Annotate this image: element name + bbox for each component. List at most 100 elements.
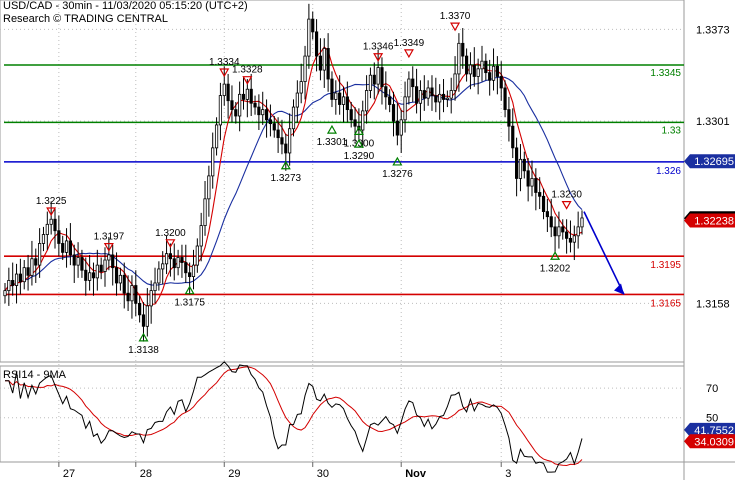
candle-body	[26, 267, 30, 276]
candle-body	[507, 109, 511, 127]
candle-body	[338, 92, 342, 105]
level-label: 1.33	[662, 125, 682, 136]
candle-body	[364, 90, 369, 112]
swing-high-label: 1.3328	[232, 65, 263, 76]
x-tick-label: 27	[63, 468, 75, 480]
candle-body	[218, 95, 223, 126]
candle-body	[191, 264, 196, 277]
candle-body	[41, 234, 46, 244]
candle-body	[68, 240, 72, 256]
swing-low-label: 1.3138	[128, 345, 159, 356]
candle-body	[284, 143, 288, 154]
candle-body	[57, 230, 61, 244]
candle-body	[330, 78, 334, 100]
candle-body	[553, 226, 557, 237]
candle-body	[568, 237, 573, 243]
candle-body	[153, 282, 157, 292]
candle-body	[414, 86, 419, 104]
candle-body	[464, 55, 469, 75]
candle-body	[557, 226, 561, 237]
forecast-arrow-line	[583, 211, 625, 295]
chart-window: USD/CAD - 30min - 11/03/2020 05:15:20 (U…	[0, 0, 735, 480]
candle-body	[103, 259, 107, 272]
candle-body	[45, 223, 49, 235]
candle-body	[299, 81, 303, 94]
candle-body	[391, 104, 396, 122]
candle-body	[430, 87, 434, 96]
candle-body	[515, 147, 519, 179]
candle-body	[245, 88, 249, 100]
x-tick-label: 3	[505, 468, 511, 480]
x-tick-label: Nov	[405, 468, 427, 480]
resistance-marker	[403, 49, 414, 59]
candle-body	[14, 273, 19, 286]
candle-body	[122, 274, 126, 294]
candle-body	[157, 268, 161, 284]
candle-body	[445, 97, 449, 100]
candle-body	[188, 272, 192, 277]
candle-body	[30, 258, 34, 276]
candle-body	[22, 267, 26, 283]
candle-body	[234, 109, 238, 117]
candle-body	[434, 95, 438, 103]
x-tick-label: 28	[140, 468, 152, 480]
rsi-line	[5, 361, 583, 473]
candle-body	[91, 272, 96, 279]
swing-high-label: 1.3197	[94, 232, 125, 243]
candle-body	[291, 106, 296, 130]
candle-body	[541, 195, 546, 212]
level-label: 1.3345	[650, 68, 681, 79]
candle-body	[288, 128, 292, 154]
candle-body	[272, 123, 276, 131]
candle-body	[276, 129, 280, 139]
candle-body	[118, 274, 122, 284]
swing-high-label: 1.3200	[155, 228, 186, 239]
candle-body	[11, 280, 15, 286]
y-tick-label: 1.3158	[696, 298, 730, 310]
candle-body	[545, 211, 549, 218]
rsi-panel-frame	[0, 365, 685, 463]
resistance-marker	[561, 200, 572, 210]
candle-body	[303, 55, 307, 82]
candle-body	[407, 78, 411, 98]
candle-body	[80, 257, 84, 271]
candle-body	[203, 198, 207, 227]
candle-body	[580, 217, 584, 228]
candle-body	[307, 18, 311, 57]
candle-body	[34, 258, 38, 266]
candle-body	[534, 178, 538, 193]
swing-high-label: 1.3225	[36, 196, 67, 207]
candle-body	[176, 257, 180, 269]
candle-body	[38, 243, 42, 266]
candle-body	[576, 226, 580, 237]
candle-body	[241, 93, 246, 100]
candle-body	[549, 216, 553, 228]
x-tick-label: 30	[317, 468, 329, 480]
candle-body	[141, 314, 146, 327]
candle-body	[280, 137, 284, 145]
candle-body	[403, 96, 407, 121]
candle-body	[149, 290, 153, 307]
candle-body	[72, 254, 76, 266]
candle-body	[480, 60, 484, 70]
candle-body	[341, 96, 346, 105]
candle-body	[226, 83, 230, 102]
candle-body	[264, 109, 269, 121]
swing-high-label: 1.3230	[551, 190, 582, 201]
candle-body	[195, 245, 199, 266]
candle-body	[476, 68, 480, 77]
candle-body	[453, 73, 457, 91]
candle-body	[49, 218, 53, 225]
candle-body	[334, 92, 338, 100]
candle-body	[384, 86, 388, 98]
candle-body	[107, 254, 111, 261]
candle-body	[268, 119, 273, 125]
candle-body	[199, 225, 203, 247]
candle-body	[438, 93, 442, 103]
candle-body	[530, 178, 534, 187]
swing-low-label: 1.3273	[271, 173, 302, 184]
rsi-ma-line	[5, 366, 583, 466]
candle-body	[222, 83, 226, 96]
candle-body	[399, 119, 403, 136]
candle-body	[211, 147, 215, 177]
